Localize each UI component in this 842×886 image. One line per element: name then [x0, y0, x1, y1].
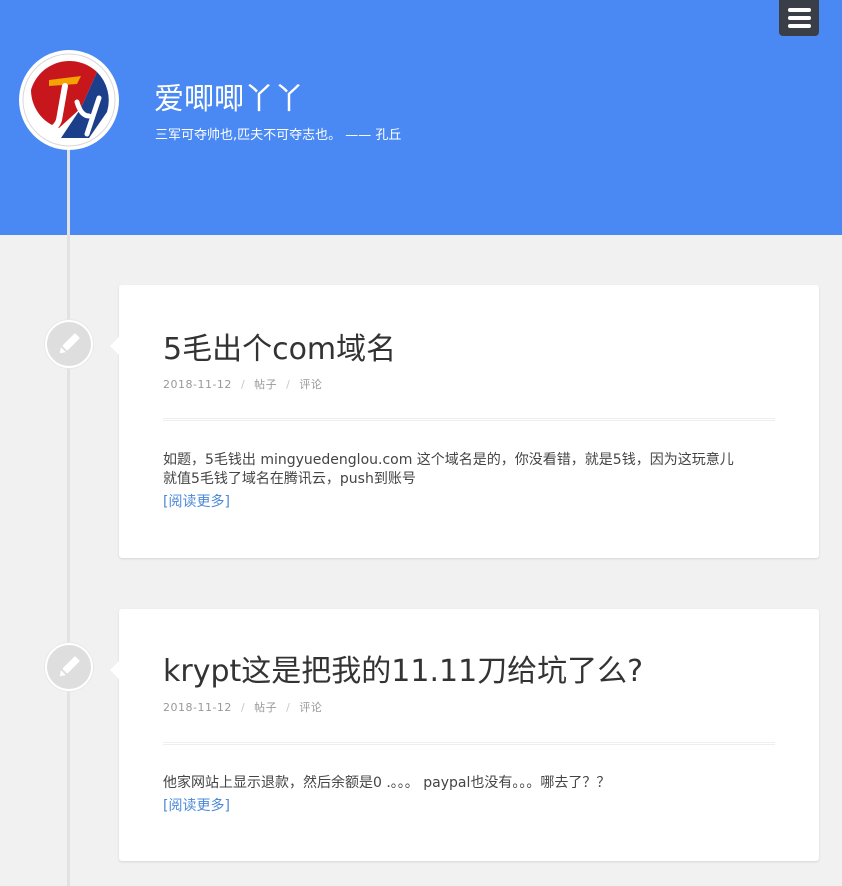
post-category-link[interactable]: 帖子 — [254, 701, 277, 714]
hamburger-icon — [788, 8, 811, 12]
post-date: 2018-11-12 — [163, 701, 232, 714]
pencil-icon — [59, 333, 80, 354]
post-title[interactable]: krypt这是把我的11.11刀给坑了么? — [163, 652, 643, 692]
site-motto: 三军可夺帅也,匹夫不可夺志也。 —— 孔丘 — [155, 128, 402, 143]
pencil-icon — [59, 656, 80, 677]
post-meta: 2018-11-12 / 帖子 / 评论 — [163, 377, 322, 393]
timeline-node — [45, 643, 93, 691]
read-more-link[interactable]: [阅读更多] — [163, 797, 230, 816]
excerpt-line: 就值5毛钱了域名在腾讯云，push到账号 — [163, 471, 416, 487]
excerpt-line: 他家网站上显示退款，然后余额是0 .。。。 paypal也没有。。。哪去了？？ — [163, 775, 611, 791]
timeline-line — [67, 150, 70, 886]
post-title[interactable]: 5毛出个com域名 — [163, 330, 396, 370]
site-title[interactable]: 爱唧唧丫丫 — [154, 80, 304, 120]
post-excerpt: 他家网站上显示退款，然后余额是0 .。。。 paypal也没有。。。哪去了？？ — [163, 774, 775, 793]
post-category-link[interactable]: 帖子 — [254, 378, 277, 391]
meta-separator: / — [240, 378, 246, 391]
site-header — [0, 0, 842, 235]
site-logo-avatar[interactable] — [19, 50, 119, 150]
meta-separator: / — [286, 378, 291, 391]
meta-separator: / — [286, 701, 291, 714]
post-comments-link[interactable]: 评论 — [299, 378, 322, 391]
post-meta: 2018-11-12 / 帖子 / 评论 — [163, 700, 322, 716]
post-divider — [163, 742, 775, 745]
meta-separator: / — [240, 701, 246, 714]
post-card: 5毛出个com域名 2018-11-12 / 帖子 / 评论 如题，5毛钱出 mingy… — [110, 285, 819, 558]
post-date: 2018-11-12 — [163, 378, 232, 391]
post-excerpt: 如题，5毛钱出 mingyuedenglou.com 这个域名是的，你没看错，就… — [163, 451, 775, 489]
read-more-link[interactable]: [阅读更多] — [163, 493, 230, 512]
post-card: krypt这是把我的11.11刀给坑了么? 2018-11-12 / 帖子 / 评论 他… — [110, 609, 819, 861]
excerpt-line: 如题，5毛钱出 mingyuedenglou.com 这个域名是的，你没看错，就… — [163, 452, 734, 468]
post-comments-link[interactable]: 评论 — [299, 701, 322, 714]
logo-icon — [22, 53, 116, 147]
post-divider — [163, 418, 775, 421]
menu-button[interactable] — [779, 0, 819, 36]
hamburger-icon — [788, 24, 811, 28]
hamburger-icon — [788, 16, 811, 20]
timeline-node — [45, 320, 93, 368]
